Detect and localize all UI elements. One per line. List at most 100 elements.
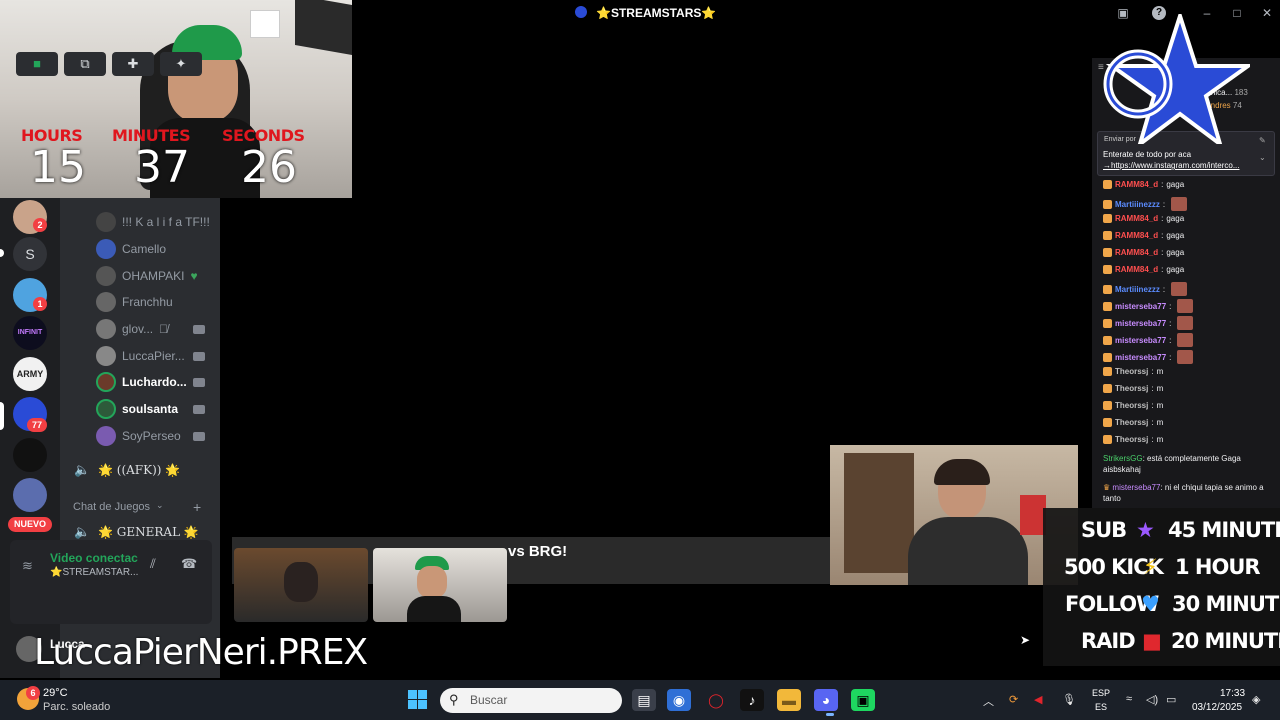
chevron-down-icon[interactable]: ⌄ [1259, 153, 1266, 162]
activities-button[interactable]: ✚ [112, 52, 154, 76]
chat-username[interactable]: misterseba77 [1115, 302, 1166, 311]
mention-badge: 1 [33, 297, 47, 311]
soundboard-button[interactable]: ✦ [160, 52, 202, 76]
volume-icon[interactable]: ◁) [1146, 693, 1158, 706]
chevron-down-icon[interactable]: ⌄ [156, 500, 164, 511]
server-icon-army[interactable]: ARMY [13, 357, 47, 391]
chevron-up-icon[interactable]: ︿ [983, 693, 994, 709]
voice-user-speaking[interactable]: Luchardo... [96, 370, 187, 394]
voice-status[interactable]: Video conectac [50, 551, 138, 565]
streamer-webcam: HOURS MINUTES SECONDS 15 37 26 [0, 0, 352, 198]
streamer-name-overlay: LuccaPierNeri.PREX [34, 632, 368, 673]
discord-icon[interactable]: ◕ [814, 689, 838, 711]
chat-username[interactable]: Theorssj [1115, 418, 1148, 427]
chat-text: gaga [1166, 265, 1185, 274]
opera-icon[interactable]: ◯ [704, 689, 728, 711]
voice-user[interactable]: glov... 🎙̸ [96, 317, 168, 341]
voice-user[interactable]: SoyPerseo [96, 424, 181, 448]
notification-icon[interactable]: ◈ [1252, 693, 1260, 706]
tray-app-icon[interactable]: ◀ [1034, 693, 1042, 706]
server-icon-3[interactable] [13, 438, 47, 472]
server-icon-s[interactable]: S [13, 237, 47, 271]
close-icon[interactable]: ✕ [1260, 6, 1274, 20]
emote-icon [1171, 282, 1188, 296]
microphone-icon[interactable]: 🎙 [1062, 693, 1076, 706]
chat-username[interactable]: misterseba77 [1115, 336, 1166, 345]
server-icon-4[interactable] [13, 478, 47, 512]
colon: : [1169, 335, 1172, 345]
category-games[interactable]: Chat de Juegos [73, 501, 150, 513]
chat-username[interactable]: RAMM84_d [1115, 214, 1158, 223]
bookmark-icon: ■ [1142, 629, 1162, 653]
colon: : [1161, 265, 1164, 274]
taskbar-search[interactable]: Buscar [440, 688, 622, 713]
tiktok-icon[interactable]: ♪ [740, 689, 764, 711]
chat-username[interactable]: RAMM84_d [1115, 180, 1158, 189]
chat-username[interactable]: Theorssj [1115, 435, 1148, 444]
chat-message: misterseba77: [1103, 333, 1194, 347]
chat-message: Theorssj: m [1103, 384, 1163, 393]
disconnect-icon[interactable]: ☎ [181, 556, 197, 572]
file-explorer-icon[interactable]: ▬ [777, 689, 801, 711]
weather-badge: 6 [26, 686, 40, 700]
lightning-icon: ⚡ [1143, 555, 1158, 579]
battery-icon[interactable]: ▭ [1166, 693, 1176, 706]
add-channel-icon[interactable]: + [193, 499, 201, 515]
voice-user[interactable]: Camello [96, 237, 166, 261]
chat-username[interactable]: RAMM84_d [1115, 248, 1158, 257]
chat-username[interactable]: Martiiinezzz [1115, 285, 1160, 294]
chat-message: RAMM84_d: gaga [1103, 231, 1184, 240]
weather-desc[interactable]: Parc. soleado [43, 701, 110, 713]
search-icon: ⚲ [449, 692, 459, 707]
wifi-icon[interactable]: ≈ [1126, 693, 1132, 705]
camera-button[interactable]: ■ [16, 52, 58, 76]
pinned-link[interactable]: →https://www.instagram.com/interco... [1103, 161, 1240, 170]
voice-server[interactable]: ⭐STREAMSTAR... [50, 567, 138, 578]
app-icon[interactable]: ▣ [851, 689, 875, 711]
voice-channel-general[interactable]: 🌟 GENERAL 🌟 [98, 525, 199, 539]
colon: : [1161, 231, 1164, 240]
chat-message: misterseba77: [1103, 299, 1194, 313]
clock-date[interactable]: 03/12/2025 [1192, 702, 1242, 713]
sync-icon[interactable]: ⟳ [1009, 693, 1018, 706]
emote-icon [1177, 350, 1194, 364]
clock-time[interactable]: 17:33 [1220, 688, 1245, 699]
chat-username[interactable]: Martiiinezzz [1115, 200, 1160, 209]
server-icon-infinit[interactable]: INFINIT [13, 316, 47, 350]
chat-username[interactable]: misterseba77 [1115, 319, 1166, 328]
screen-share-button[interactable]: ⧉ [64, 52, 106, 76]
chat-username[interactable]: Theorssj [1115, 367, 1148, 376]
weather-temp[interactable]: 29°C [43, 687, 68, 699]
badge-icon [1103, 214, 1112, 223]
chat-username[interactable]: RAMM84_d [1115, 231, 1158, 240]
badge-icon [1103, 352, 1112, 362]
chat-text: gaga [1166, 180, 1185, 189]
voice-user-speaking[interactable]: soulsanta [96, 397, 178, 421]
lang-secondary[interactable]: ES [1095, 702, 1107, 712]
lang-primary[interactable]: ESP [1092, 688, 1110, 698]
colon: : [1161, 180, 1164, 189]
video-icon [193, 432, 205, 441]
chat-message: Theorssj: m [1103, 367, 1163, 376]
badge-icon [1103, 199, 1112, 209]
video-icon [193, 352, 205, 361]
pin-icon[interactable]: ✎ [1259, 136, 1266, 145]
voice-user[interactable]: OHAMPAKI ♥ [96, 264, 198, 288]
noise-suppression-icon[interactable]: ⫽ [150, 556, 156, 572]
task-view-icon[interactable]: ▤ [632, 689, 656, 711]
signal-icon[interactable]: ≋ [22, 558, 33, 574]
voice-channel-afk[interactable]: 🌟 ((AFK)) 🌟 [98, 463, 180, 477]
colon: : [1151, 418, 1154, 427]
participant-video-2[interactable] [373, 548, 507, 622]
participant-video-1[interactable] [234, 548, 368, 622]
voice-user[interactable]: !!! K a l i f a TF!!! [96, 210, 210, 234]
chat-username[interactable]: Theorssj [1115, 384, 1148, 393]
windows-start-icon[interactable] [408, 690, 428, 710]
chat-username[interactable]: misterseba77 [1115, 353, 1166, 362]
minutes-value: 37 [134, 142, 190, 193]
voice-user[interactable]: LuccaPier... [96, 344, 185, 368]
voice-user[interactable]: Franchhu [96, 290, 173, 314]
chat-username[interactable]: Theorssj [1115, 401, 1148, 410]
chat-username[interactable]: RAMM84_d [1115, 265, 1158, 274]
edge-icon[interactable]: ◉ [667, 689, 691, 711]
